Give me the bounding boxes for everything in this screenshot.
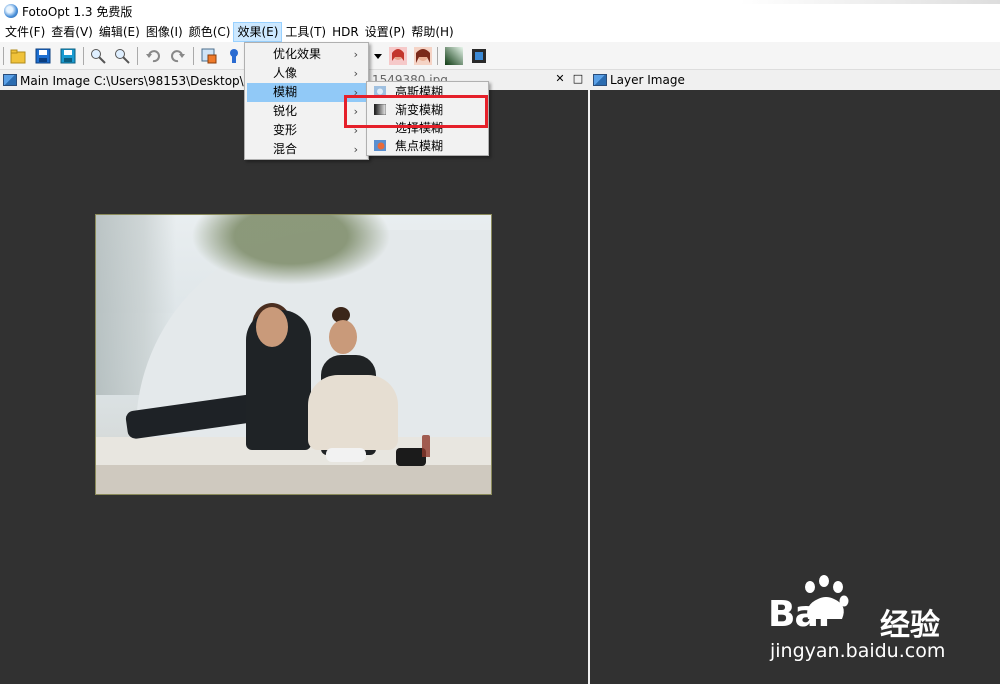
toolbar-separator: [437, 47, 438, 65]
menu-help[interactable]: 帮助(H): [408, 22, 456, 42]
menu-item-optimize[interactable]: 优化效果 ›: [247, 45, 366, 64]
menu-tools[interactable]: 工具(T): [282, 22, 329, 42]
submenu-item-label: 焦点模糊: [395, 139, 444, 153]
save-as-icon[interactable]: [58, 46, 78, 66]
photo-person-head: [256, 307, 288, 347]
menu-item-portrait[interactable]: 人像 ›: [247, 64, 366, 83]
window-title: FotoOpt 1.3 免费版: [22, 4, 133, 19]
menu-view[interactable]: 查看(V): [48, 22, 96, 42]
chevron-right-icon: ›: [353, 86, 358, 99]
watermark-brand-cn: 经验: [880, 608, 940, 643]
app-icon: [4, 4, 18, 18]
toolbar-separator: [83, 47, 84, 65]
zoom-out-icon[interactable]: [112, 46, 132, 66]
crop-icon[interactable]: [199, 46, 219, 66]
gradient-effect-icon[interactable]: [444, 46, 464, 66]
layer-image-header: Layer Image: [590, 70, 1000, 90]
chevron-right-icon: ›: [353, 143, 358, 156]
chevron-right-icon: ›: [353, 105, 358, 118]
maximize-panel-button[interactable]: □: [571, 72, 585, 86]
selective-blur-icon: [374, 122, 386, 133]
portrait-beauty-icon[interactable]: [413, 46, 433, 66]
menu-item-distort[interactable]: 变形 ›: [247, 121, 366, 140]
zoom-in-icon[interactable]: [88, 46, 108, 66]
menu-color[interactable]: 颜色(C): [186, 22, 234, 42]
title-bar-shade: [740, 0, 1000, 4]
toolbar-separator: [137, 47, 138, 65]
close-panel-button[interactable]: ✕: [553, 72, 567, 86]
menu-item-label: 锐化: [273, 104, 298, 118]
submenu-item-focus-blur[interactable]: 焦点模糊: [369, 137, 486, 155]
menu-item-label: 混合: [273, 142, 298, 156]
save-icon[interactable]: [33, 46, 53, 66]
menu-bar: 文件(F) 查看(V) 编辑(E) 图像(I) 颜色(C) 效果(E) 工具(T…: [0, 22, 1000, 42]
menu-hdr[interactable]: HDR: [329, 22, 362, 42]
menu-settings[interactable]: 设置(P): [362, 22, 409, 42]
chevron-right-icon: ›: [353, 67, 358, 80]
gradient-blur-icon: [374, 104, 386, 115]
tool-icon[interactable]: [224, 46, 244, 66]
undo-icon[interactable]: [143, 46, 163, 66]
portrait-effect-icon[interactable]: [388, 46, 408, 66]
toolbar-separator: [193, 47, 194, 65]
menu-item-label: 模糊: [273, 85, 298, 99]
title-bar: FotoOpt 1.3 免费版: [0, 0, 1000, 22]
gaussian-blur-icon: [374, 86, 386, 97]
menu-item-blend[interactable]: 混合 ›: [247, 140, 366, 159]
photo-ground: [96, 465, 491, 494]
layer-image-title: Layer Image: [610, 73, 685, 87]
submenu-item-selective-blur[interactable]: 选择模糊: [369, 119, 486, 137]
menu-image[interactable]: 图像(I): [143, 22, 186, 42]
main-image-title: Main Image C:\Users\98153\Desktop\存: [20, 73, 256, 88]
picture-frame-icon[interactable]: [469, 46, 489, 66]
toolbar-separator: [3, 47, 4, 65]
menu-file[interactable]: 文件(F): [2, 22, 48, 42]
effects-menu: 优化效果 › 人像 › 模糊 › 锐化 › 变形 › 混合 ›: [244, 42, 369, 160]
watermark-brand: Bai: [768, 594, 830, 635]
image-icon: [3, 74, 17, 86]
submenu-item-gaussian-blur[interactable]: 高斯模糊: [369, 83, 486, 101]
menu-item-sharpen[interactable]: 锐化 ›: [247, 102, 366, 121]
submenu-item-gradient-blur[interactable]: 渐变模糊: [369, 101, 486, 119]
menu-item-label: 变形: [273, 123, 298, 137]
submenu-item-label: 渐变模糊: [395, 103, 444, 117]
chevron-right-icon: ›: [353, 124, 358, 137]
photo-wine-glass: [422, 435, 430, 457]
open-folder-icon[interactable]: [8, 46, 28, 66]
chevron-right-icon: ›: [353, 48, 358, 61]
submenu-item-label: 选择模糊: [395, 121, 444, 135]
photo-foliage: [191, 215, 391, 285]
photo-shoes: [326, 448, 366, 462]
menu-item-label: 优化效果: [273, 47, 322, 61]
image-icon: [593, 74, 607, 86]
toolbar: [0, 42, 1000, 70]
photo-person-legs: [308, 375, 398, 450]
watermark-url: jingyan.baidu.com: [770, 640, 946, 662]
submenu-item-label: 高斯模糊: [395, 85, 444, 99]
menu-item-blur[interactable]: 模糊 ›: [247, 83, 366, 102]
photo-person-head: [329, 320, 357, 354]
main-photo: [95, 214, 492, 495]
menu-item-label: 人像: [273, 66, 298, 80]
menu-edit[interactable]: 编辑(E): [96, 22, 143, 42]
focus-blur-icon: [374, 140, 386, 151]
menu-effects[interactable]: 效果(E): [233, 22, 283, 42]
dropdown-arrow-icon[interactable]: [368, 46, 388, 66]
blur-submenu: 高斯模糊 渐变模糊 选择模糊 焦点模糊: [366, 81, 489, 156]
redo-icon[interactable]: [168, 46, 188, 66]
